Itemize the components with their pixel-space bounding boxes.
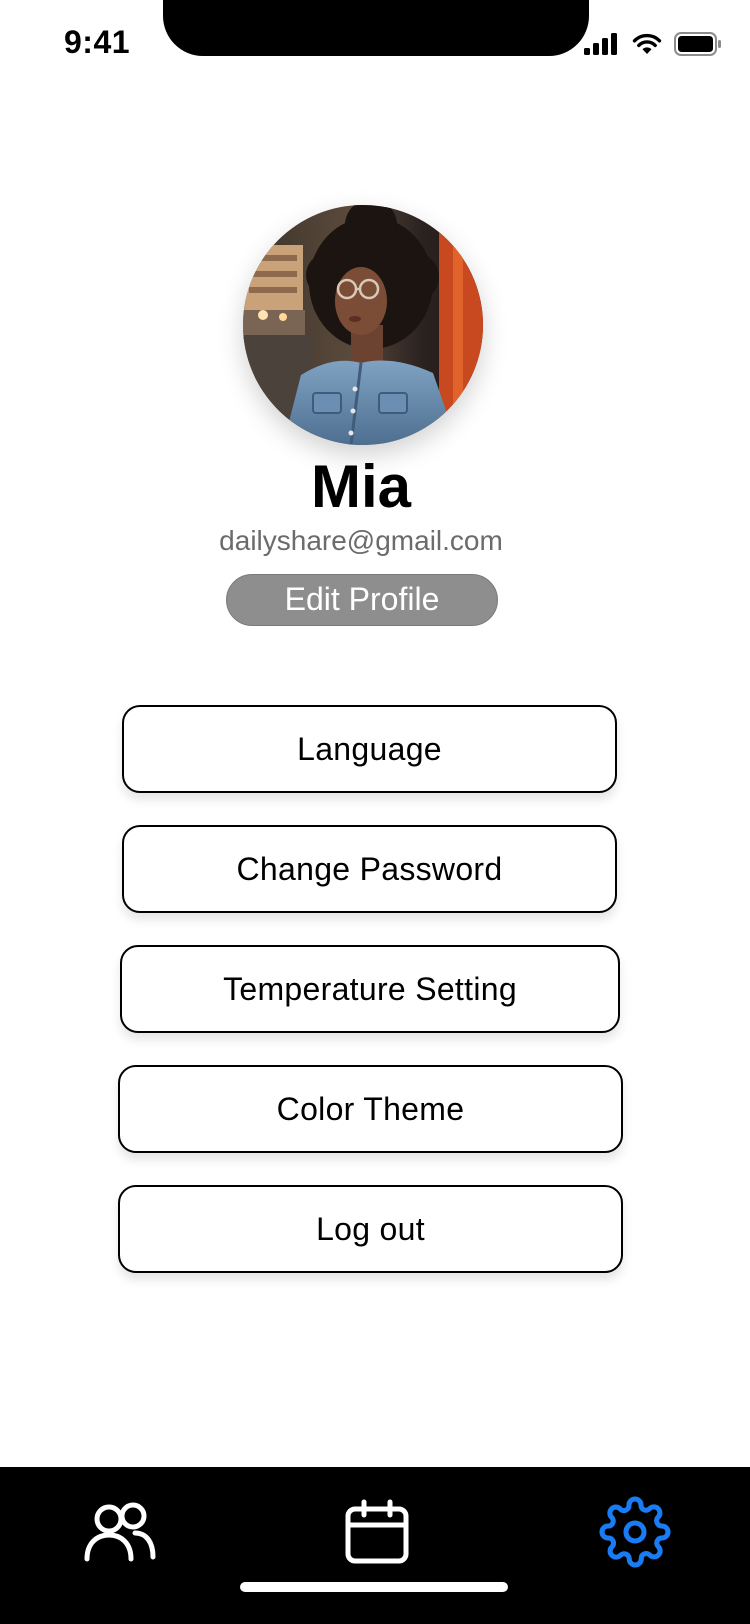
language-button[interactable]: Language <box>122 705 617 793</box>
profile-email: dailyshare@gmail.com <box>219 525 503 556</box>
color-theme-button[interactable]: Color Theme <box>118 1065 623 1153</box>
language-button-label: Language <box>297 730 442 767</box>
change-password-button-label: Change Password <box>236 850 503 887</box>
temperature-setting-button[interactable]: Temperature Setting <box>120 945 620 1033</box>
wifi-icon <box>632 33 662 60</box>
color-theme-button-label: Color Theme <box>276 1090 465 1127</box>
calendar-icon <box>344 1499 410 1570</box>
temperature-setting-button-label: Temperature Setting <box>223 970 517 1007</box>
edit-profile-button[interactable]: Edit Profile <box>226 574 498 626</box>
change-password-button[interactable]: Change Password <box>122 825 617 913</box>
home-indicator[interactable] <box>240 1582 508 1592</box>
battery-icon <box>674 32 722 61</box>
tab-settings[interactable] <box>590 1489 680 1579</box>
avatar-photo <box>243 205 483 445</box>
status-bar: 9:41 <box>0 0 750 92</box>
status-time: 9:41 <box>64 24 131 60</box>
avatar[interactable] <box>243 205 483 445</box>
cellular-signal-icon <box>584 33 620 60</box>
log-out-button[interactable]: Log out <box>118 1185 623 1273</box>
gear-icon <box>599 1495 671 1573</box>
tab-calendar[interactable] <box>332 1489 422 1579</box>
tab-bar <box>0 1467 750 1624</box>
profile-name: Mia <box>310 453 412 520</box>
device-notch <box>163 0 589 56</box>
log-out-button-label: Log out <box>316 1210 425 1247</box>
tab-people[interactable] <box>75 1489 165 1579</box>
status-icons <box>584 32 722 61</box>
people-icon <box>83 1501 157 1568</box>
